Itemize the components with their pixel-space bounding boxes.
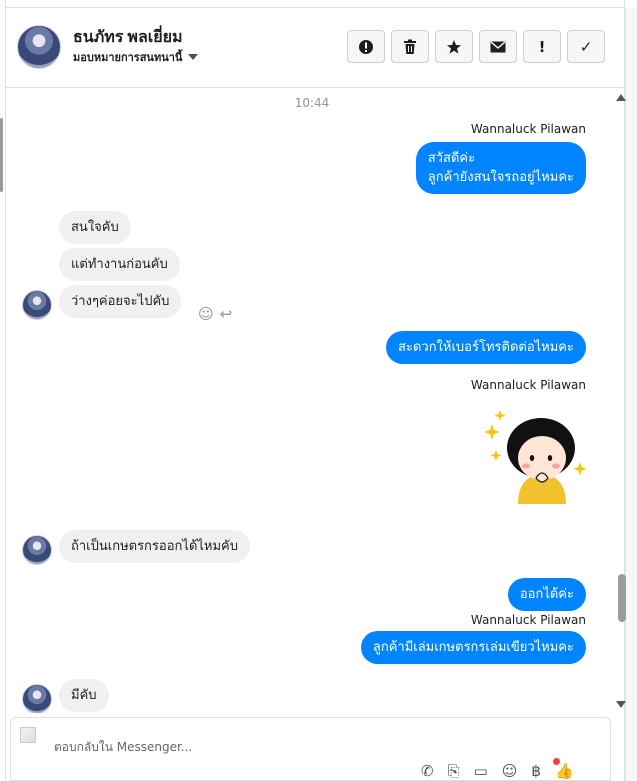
- message-actions: ☺ ↩: [198, 305, 232, 323]
- page-scrollbar[interactable]: [625, 8, 637, 781]
- composer-tools: ✆ ⎘ ▭ ☺ ฿ 👍: [421, 762, 574, 780]
- follow-up-button[interactable]: !: [523, 30, 561, 63]
- outgoing-message[interactable]: ออกได้ค่ะ: [507, 578, 586, 611]
- sender-name: Wannaluck Pilawan: [470, 613, 586, 627]
- outgoing-message[interactable]: ลูกค้ามีเล่มเกษตรกรเล่มเขียวไหมคะ: [360, 631, 586, 664]
- messenger-window: ธนภัทร พลเยี่ยม มอบหมายการสนทนานี้ ! ✓ 1…: [0, 0, 637, 781]
- broken-image-icon: [20, 727, 36, 743]
- notification-dot: [553, 758, 560, 765]
- reply-arrow-icon[interactable]: ↩: [220, 305, 233, 323]
- trash-icon: [404, 39, 416, 54]
- mark-unread-button[interactable]: [479, 30, 517, 63]
- star-button[interactable]: [435, 30, 473, 63]
- phone-icon[interactable]: ✆: [421, 762, 434, 780]
- mark-spam-button[interactable]: [347, 30, 385, 63]
- girl-sticker-image[interactable]: [480, 404, 590, 506]
- outgoing-message[interactable]: สะดวกให้เบอร์โทรติดต่อไหมคะ: [386, 331, 586, 364]
- check-icon: ✓: [579, 37, 593, 56]
- incoming-message[interactable]: ถ้าเป็นเกษตรกรออกได้ไหมคับ: [59, 530, 251, 563]
- contact-avatar[interactable]: [17, 25, 61, 69]
- sender-name: Wannaluck Pilawan: [470, 378, 586, 392]
- conversation-toolbar: ! ✓: [347, 30, 605, 63]
- mark-done-button[interactable]: ✓: [567, 30, 605, 63]
- star-icon: [447, 39, 461, 54]
- incoming-message[interactable]: สนใจคับ: [59, 211, 131, 244]
- envelope-icon: [490, 40, 506, 52]
- incoming-message[interactable]: ว่างๆค่อยจะไปคับ: [59, 285, 182, 318]
- left-edge-marker: [0, 118, 3, 192]
- alert-icon: [359, 39, 373, 54]
- incoming-message[interactable]: มีคับ: [59, 679, 109, 712]
- contact-avatar[interactable]: [22, 290, 52, 320]
- incoming-message[interactable]: แต่ทำงานก่อนคับ: [59, 248, 180, 281]
- contact-avatar[interactable]: [22, 535, 52, 565]
- message-thread[interactable]: 10:44 Wannaluck Pilawan สวัสดีค่ะ ลูกค้า…: [6, 89, 626, 713]
- scroll-down-arrow-icon[interactable]: [616, 701, 626, 708]
- top-border: [5, 0, 625, 8]
- assign-conversation-dropdown[interactable]: มอบหมายการสนทนานี้: [73, 48, 199, 66]
- exclamation-icon: !: [538, 37, 546, 56]
- assign-conversation-label: มอบหมายการสนทนานี้: [73, 51, 183, 64]
- conversation-panel: ธนภัทร พลเยี่ยม มอบหมายการสนทนานี้ ! ✓ 1…: [5, 8, 626, 781]
- thread-scrollbar-thumb[interactable]: [618, 574, 626, 622]
- delete-button[interactable]: [391, 30, 429, 63]
- reply-input[interactable]: [54, 740, 474, 754]
- emoji-reaction-icon[interactable]: ☺: [198, 305, 214, 323]
- message-timestamp: 10:44: [294, 96, 330, 110]
- paperclip-icon[interactable]: ⎘: [448, 762, 460, 780]
- outgoing-message[interactable]: สวัสดีค่ะ ลูกค้ายังสนใจรถอยู่ไหมคะ: [415, 142, 586, 194]
- saved-reply-icon[interactable]: ▭: [474, 762, 488, 780]
- contact-avatar[interactable]: [22, 684, 52, 713]
- baht-icon[interactable]: ฿: [531, 762, 541, 780]
- sender-name: Wannaluck Pilawan: [470, 122, 586, 136]
- emoji-icon[interactable]: ☺: [502, 762, 518, 780]
- reply-composer: ✆ ⎘ ▭ ☺ ฿ 👍: [10, 717, 611, 781]
- contact-name[interactable]: ธนภัทร พลเยี่ยม: [73, 25, 183, 50]
- caret-down-icon: [188, 54, 199, 60]
- conversation-header: ธนภัทร พลเยี่ยม มอบหมายการสนทนานี้ ! ✓: [6, 8, 626, 88]
